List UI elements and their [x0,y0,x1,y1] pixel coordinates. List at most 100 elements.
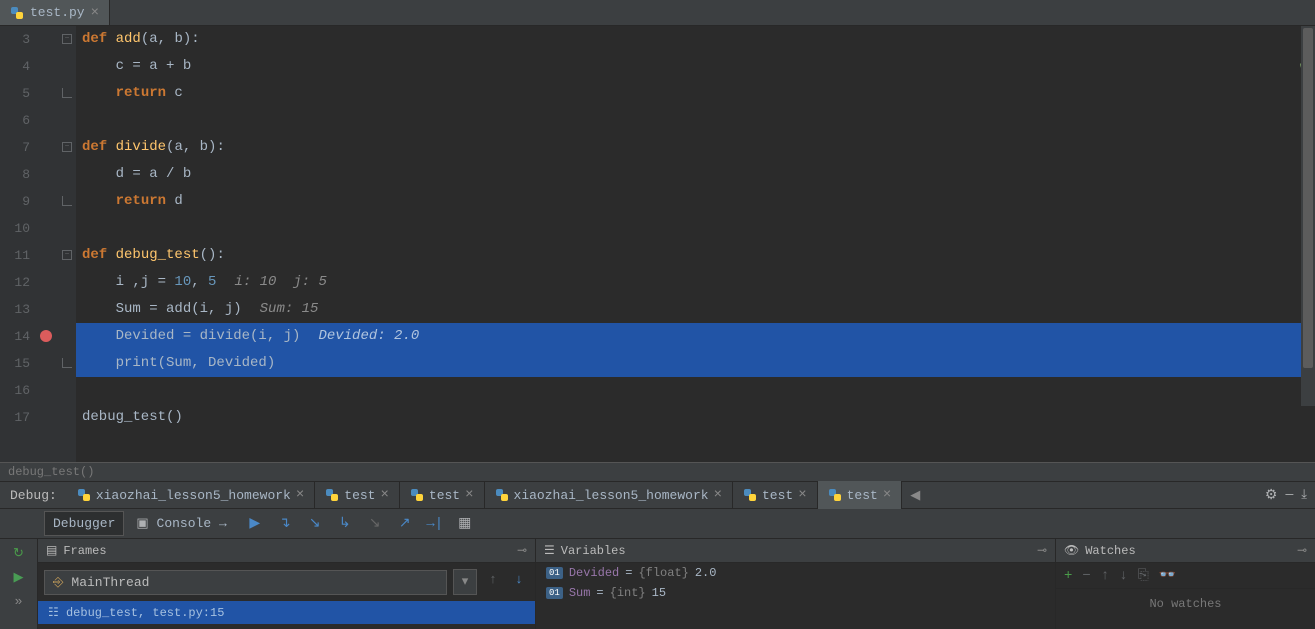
python-file-icon [325,488,339,502]
code-line[interactable]: i ,j = 10, 5i: 10 j: 5 [76,269,1315,296]
step-into-icon[interactable]: ↘ [307,516,323,532]
pin-icon[interactable]: ⊸ [517,543,527,558]
python-file-icon [828,488,842,502]
code-line[interactable]: Sum = add(i, j)Sum: 15 [76,296,1315,323]
var-badge-icon: 01 [546,587,563,599]
code-line[interactable] [76,215,1315,242]
run-to-cursor-icon[interactable]: →| [427,516,443,532]
python-file-icon [10,6,24,20]
scroll-left-icon[interactable]: ◀ [902,488,928,503]
editor-tab-bar: test.py × [0,0,1315,26]
step-over-icon[interactable]: ↴ [277,516,293,532]
tab-title: test.py [30,5,85,20]
more-icon[interactable]: » [9,591,29,611]
breakpoint-gutter[interactable] [36,26,58,462]
watch-down-icon[interactable]: ↓ [1119,568,1127,584]
frame-down-icon[interactable]: ↓ [509,572,529,592]
frames-pane: ▤ Frames ⊸ ⎆ MainThread ▾ ↑ ↓ ☷ debug_te… [38,539,536,629]
close-icon[interactable]: × [883,487,891,503]
python-file-icon [743,488,757,502]
code-line[interactable]: Devided = divide(i, j)Devided: 2.0 [76,323,1315,350]
code-line[interactable]: d = a / b [76,161,1315,188]
close-icon[interactable]: × [296,487,304,503]
code-line[interactable]: def debug_test(): [76,242,1315,269]
close-icon[interactable]: × [798,487,806,503]
resume-icon[interactable]: ▶ [247,516,263,532]
debug-label: Debug: [0,488,67,503]
stack-hint: debug_test() [0,462,1315,481]
python-file-icon [495,488,509,502]
add-watch-icon[interactable]: + [1064,568,1072,584]
frame-up-icon[interactable]: ↑ [483,572,503,592]
watches-icon: 👁 [1064,543,1079,558]
debug-panels: ↻ ▶ » ▤ Frames ⊸ ⎆ MainThread ▾ ↑ ↓ ☷ de… [0,539,1315,629]
debug-run-tab[interactable]: test× [733,481,818,509]
chevron-down-icon[interactable]: ▾ [453,569,477,595]
force-step-icon[interactable]: ↘ [367,516,383,532]
watch-up-icon[interactable]: ↑ [1101,568,1109,584]
fold-marker[interactable]: − [62,34,72,44]
thread-select[interactable]: ⎆ MainThread [44,570,447,595]
glasses-icon[interactable]: 👓 [1159,567,1176,584]
debug-side-buttons: ↻ ▶ » [0,539,38,629]
code-line[interactable]: def divide(a, b): [76,134,1315,161]
pin-icon[interactable]: ⊸ [1037,543,1047,558]
debug-run-tab[interactable]: xiaozhai_lesson5_homework× [67,481,315,509]
variable-entry[interactable]: 01Devided = {float} 2.0 [536,563,1055,583]
code-editor[interactable]: 34567891011121314151617 −−− def add(a, b… [0,26,1315,462]
python-file-icon [410,488,424,502]
code-line[interactable]: return d [76,188,1315,215]
thread-icon: ⎆ [53,575,63,590]
code-line[interactable]: return c [76,80,1315,107]
fold-marker[interactable]: − [62,142,72,152]
variable-entry[interactable]: 01Sum = {int} 15 [536,583,1055,603]
fold-end-marker [62,358,72,368]
remove-watch-icon[interactable]: − [1082,568,1090,584]
editor-tab-test[interactable]: test.py × [0,0,110,25]
variables-title: Variables [561,544,626,558]
rerun-icon[interactable]: ↻ [9,543,29,563]
gear-icon[interactable] [1265,487,1278,504]
debug-run-tab[interactable]: test× [818,481,903,509]
console-tab[interactable]: ▣ Console → [128,512,234,535]
breakpoint-marker[interactable] [40,330,52,342]
vertical-scrollbar[interactable] [1301,26,1315,406]
code-line[interactable]: debug_test() [76,404,1315,431]
code-area[interactable]: def add(a, b): c = a + b return c def div… [76,26,1315,462]
code-line[interactable] [76,107,1315,134]
python-file-icon [77,488,91,502]
frames-title: Frames [63,544,106,558]
fold-end-marker [62,196,72,206]
debug-run-tab[interactable]: test× [315,481,400,509]
code-line[interactable]: c = a + b [76,53,1315,80]
frames-icon: ▤ [46,543,57,558]
code-line[interactable]: def add(a, b): [76,26,1315,53]
var-badge-icon: 01 [546,567,563,579]
code-line[interactable]: print(Sum, Devided) [76,350,1315,377]
frame-icon: ☷ [48,606,66,620]
step-into-my-icon[interactable]: ↳ [337,516,353,532]
console-icon: ▣ [136,516,156,531]
hide-icon[interactable]: — [1285,487,1293,504]
fold-gutter[interactable]: − − − [58,26,76,462]
step-out-icon[interactable]: ↗ [397,516,413,532]
close-icon[interactable]: × [380,487,388,503]
debug-tab-bar: Debug: xiaozhai_lesson5_homework×test×te… [0,481,1315,509]
close-icon[interactable]: × [465,487,473,503]
code-line[interactable] [76,377,1315,404]
debug-run-tab[interactable]: xiaozhai_lesson5_homework× [485,481,733,509]
play-icon[interactable]: ▶ [9,567,29,587]
variables-icon: ☰ [544,543,555,558]
debugger-tab[interactable]: Debugger [44,511,124,536]
pin-icon[interactable]: ⊸ [1297,543,1307,558]
close-icon[interactable]: × [714,487,722,503]
arrow-right-icon: → [219,516,227,531]
dock-icon[interactable]: ⤓ [1301,487,1307,504]
variables-pane: ☰ Variables ⊸ 01Devided = {float} 2.001S… [536,539,1056,629]
no-watches-label: No watches [1056,589,1315,611]
fold-marker[interactable]: − [62,250,72,260]
evaluate-icon[interactable]: ▦ [457,516,473,532]
debug-run-tab[interactable]: test× [400,481,485,509]
copy-icon[interactable]: ⎘ [1138,568,1149,584]
close-icon[interactable]: × [91,5,99,21]
